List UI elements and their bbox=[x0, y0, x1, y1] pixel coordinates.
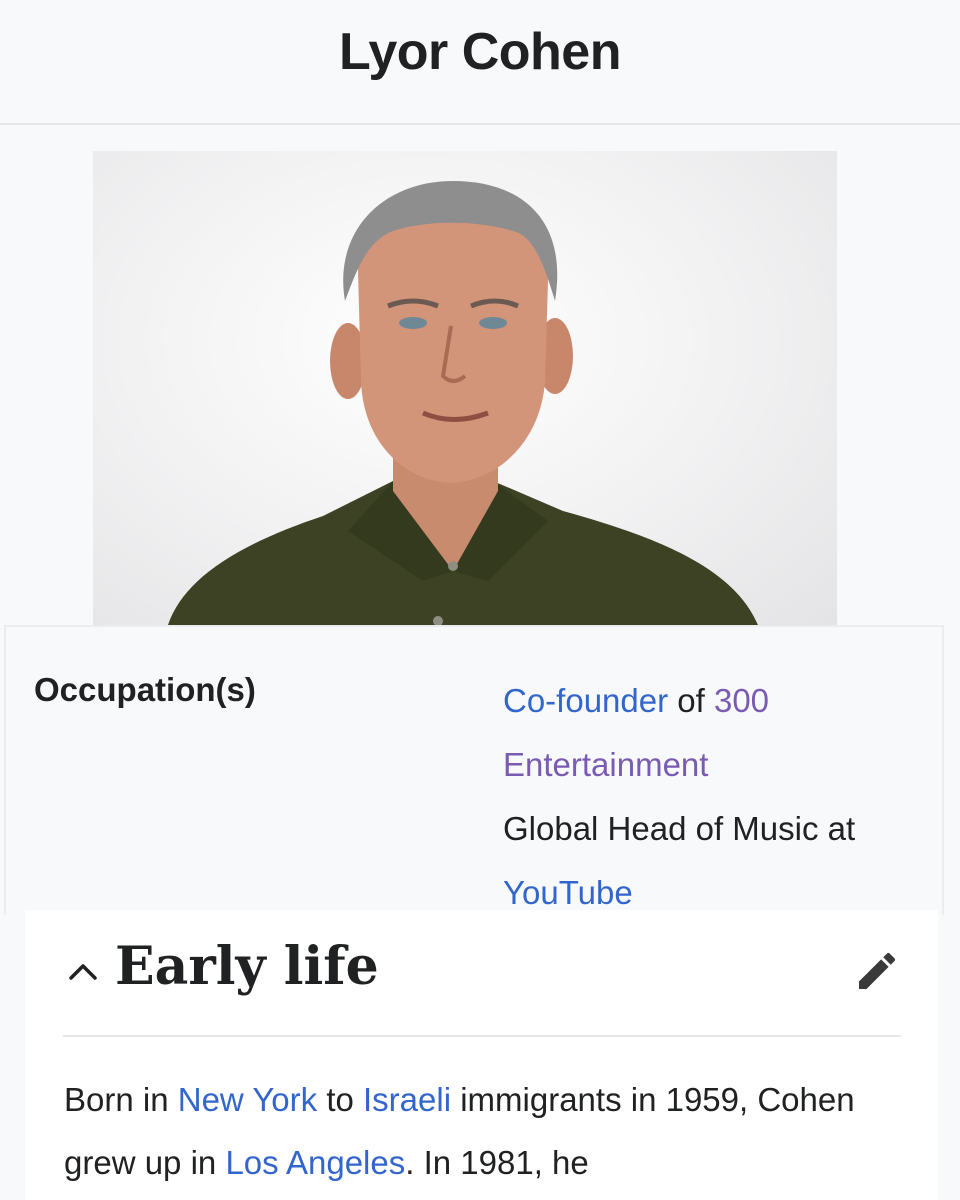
pencil-icon[interactable] bbox=[853, 947, 901, 995]
role-text: Global Head of Music at bbox=[503, 810, 856, 847]
cofounder-link[interactable]: Co-founder bbox=[503, 682, 668, 719]
infobox-image[interactable] bbox=[93, 151, 837, 625]
section-heading[interactable]: Early life bbox=[25, 910, 938, 1038]
portrait-illustration bbox=[168, 181, 758, 625]
israeli-link[interactable]: Israeli bbox=[363, 1081, 451, 1118]
body-text: . In 1981, he bbox=[405, 1144, 589, 1181]
infobox-occupation-row: Occupation(s) Co-founder of 300 Entertai… bbox=[4, 625, 944, 915]
section-divider bbox=[63, 1035, 901, 1037]
page-title: Lyor Cohen bbox=[339, 23, 621, 81]
of-text: of bbox=[668, 682, 714, 719]
early-life-section: Early life Born in New York to Israeli i… bbox=[25, 910, 938, 1200]
new-york-link[interactable]: New York bbox=[178, 1081, 317, 1118]
section-title: Early life bbox=[115, 936, 379, 997]
body-text: Born in bbox=[64, 1081, 178, 1118]
section-paragraph: Born in New York to Israeli immigrants i… bbox=[64, 1068, 924, 1194]
los-angeles-link[interactable]: Los Angeles bbox=[225, 1144, 405, 1181]
occupation-value: Co-founder of 300 Entertainment Global H… bbox=[503, 669, 933, 925]
chevron-up-icon[interactable] bbox=[67, 958, 99, 984]
occupation-label: Occupation(s) bbox=[34, 671, 256, 708]
page-header: Lyor Cohen bbox=[0, 0, 960, 125]
body-text: to bbox=[317, 1081, 364, 1118]
youtube-link[interactable]: YouTube bbox=[503, 874, 633, 911]
